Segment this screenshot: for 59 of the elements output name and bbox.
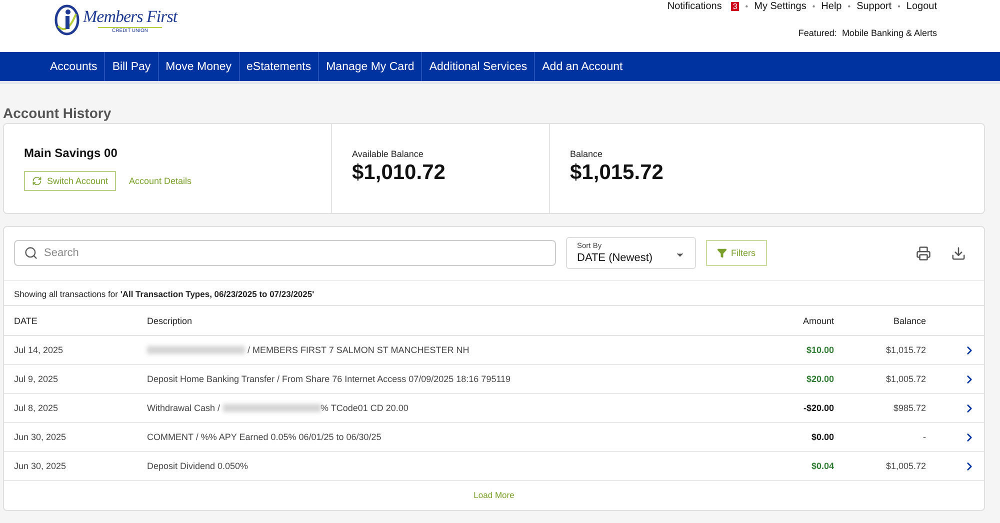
- page-title: Account History: [3, 105, 112, 121]
- amount-text: $0.00: [811, 432, 834, 442]
- description-text: Deposit Dividend 0.050%: [147, 461, 248, 471]
- header-link[interactable]: Support: [856, 1, 892, 12]
- balance-cell: $1,015.72: [844, 336, 936, 365]
- separator-dot: •: [898, 2, 900, 11]
- description-text: COMMENT / %% APY Earned 0.05% 06/01/25 to 06/30/25: [147, 432, 382, 442]
- nav-item[interactable]: Move Money: [158, 52, 240, 81]
- logo-name: Members First: [83, 6, 178, 26]
- notification-badge: 3: [730, 2, 740, 11]
- account-name: Main Savings 00: [24, 146, 118, 160]
- column-header: Balance: [844, 306, 936, 336]
- nav-item[interactable]: Accounts: [43, 52, 106, 81]
- nav-item[interactable]: Additional Services: [422, 52, 536, 81]
- date-cell: Jul 14, 2025: [4, 336, 137, 365]
- amount-text: $20.00: [806, 374, 834, 384]
- filter-summary: Showing all transactions for 'All Transaction Types, 06/23/2025 to 07/23/2025': [4, 280, 984, 306]
- balance-cell: $985.72: [844, 394, 936, 423]
- header-link[interactable]: My Settings: [754, 1, 806, 12]
- date-cell: Jun 30, 2025: [4, 452, 137, 481]
- header-link[interactable]: Help: [821, 1, 842, 12]
- date-cell: Jun 30, 2025: [4, 423, 137, 452]
- balance-label: Available Balance: [352, 149, 424, 159]
- description-text: Withdrawal Cash /: [147, 403, 222, 413]
- nav-item[interactable]: Add an Account: [535, 52, 630, 81]
- balance-cell: -: [844, 423, 936, 452]
- column-header: Amount: [759, 306, 844, 336]
- amount-text: $10.00: [806, 345, 834, 355]
- description-text: % TCode01 CD 20.00: [320, 403, 408, 413]
- balance-value: $1,015.72: [570, 161, 664, 185]
- separator-dot: •: [745, 2, 748, 11]
- header-link[interactable]: Logout: [906, 1, 937, 12]
- search-icon: [24, 246, 38, 260]
- download-icon[interactable]: [951, 246, 966, 260]
- search-field[interactable]: Search: [14, 240, 556, 266]
- nav-item[interactable]: Bill Pay: [105, 52, 159, 81]
- column-header: Description: [137, 306, 759, 336]
- print-icon[interactable]: [916, 246, 931, 260]
- balance-cell: $1,005.72: [844, 452, 936, 481]
- balance-label: Balance: [570, 149, 604, 159]
- featured-link[interactable]: Mobile Banking & Alerts: [842, 28, 937, 38]
- separator-dot: •: [812, 2, 816, 11]
- logo-icon: [54, 4, 80, 36]
- nav-item[interactable]: eStatements: [240, 52, 320, 81]
- column-header: DATE: [4, 306, 137, 336]
- date-cell: Jul 8, 2025: [4, 394, 137, 423]
- featured-label: Featured:: [798, 28, 837, 38]
- amount-text: $0.04: [811, 461, 834, 471]
- date-cell: Jul 9, 2025: [4, 365, 137, 394]
- balance-cell: $1,005.72: [844, 365, 936, 394]
- amount-text: -$20.00: [803, 403, 834, 413]
- description-text: Deposit Home Banking Transfer / From Share 76 Internet Access 07/09/2025 18:16 795119: [147, 374, 511, 384]
- header-link[interactable]: Notifications: [667, 1, 722, 12]
- refresh-icon: [32, 176, 42, 186]
- filter-icon: [717, 248, 727, 258]
- description-text: / MEMBERS FIRST 7 SALMON ST MANCHESTER NH: [246, 345, 470, 355]
- balance-value: $1,010.72: [352, 161, 446, 185]
- separator-dot: •: [848, 2, 851, 11]
- nav-item[interactable]: Manage My Card: [319, 52, 422, 81]
